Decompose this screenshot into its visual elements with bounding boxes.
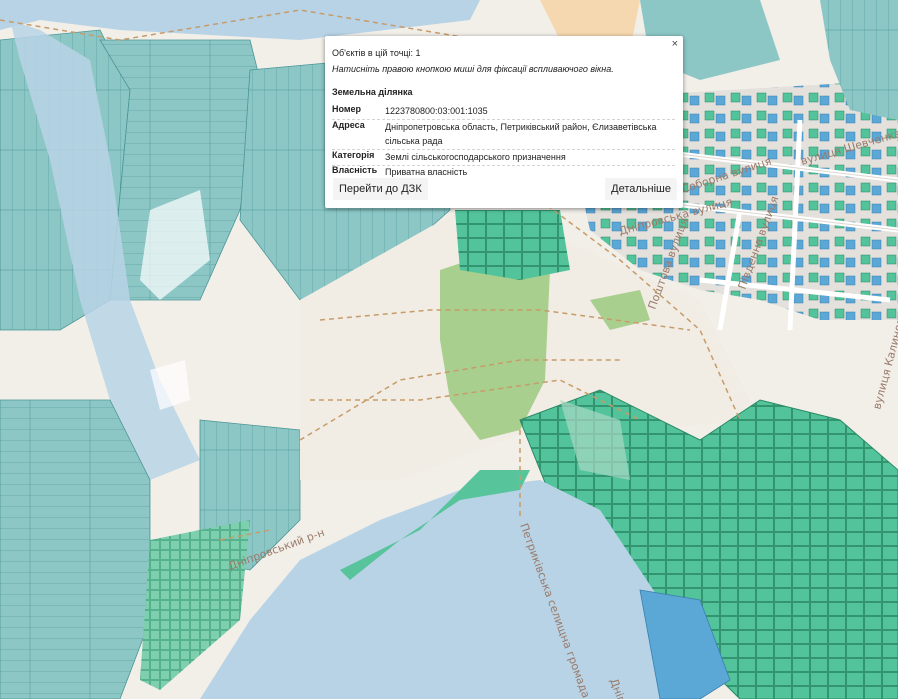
row-category-value: Землі сільськогосподарського призначення — [385, 152, 566, 162]
row-number-value: 1223780800:03:001:1035 — [385, 106, 488, 116]
row-ownership-value: Приватна власність — [385, 167, 468, 177]
row-address-label: Адреса — [332, 120, 365, 130]
row-category-label: Категорія — [332, 150, 375, 160]
parcel-info-popup: × Об'єктів в цій точці: 1 Натисніть прав… — [325, 36, 683, 208]
parcels-dense-center — [455, 210, 570, 280]
objects-count: Об'єктів в цій точці: 1 — [332, 48, 421, 58]
close-icon[interactable]: × — [672, 37, 678, 51]
popup-hint: Натисніть правою кнопкою миші для фіксац… — [332, 64, 614, 74]
goto-dzk-button[interactable]: Перейти до ДЗК — [333, 178, 428, 200]
row-address-value: Дніпропетровська область, Петриківський … — [385, 122, 657, 146]
parcels-left-lower — [0, 399, 151, 699]
row-number-label: Номер — [332, 104, 362, 114]
row-address: Адреса Дніпропетровська область, Петрикі… — [332, 120, 675, 150]
row-number: Номер 1223780800:03:001:1035 — [332, 104, 675, 120]
row-ownership: Власність Приватна власність — [332, 165, 675, 179]
row-ownership-label: Власність — [332, 165, 378, 175]
row-category: Категорія Землі сільськогосподарського п… — [332, 150, 675, 166]
details-button[interactable]: Детальніше — [605, 178, 677, 200]
section-title: Земельна ділянка — [332, 87, 413, 97]
